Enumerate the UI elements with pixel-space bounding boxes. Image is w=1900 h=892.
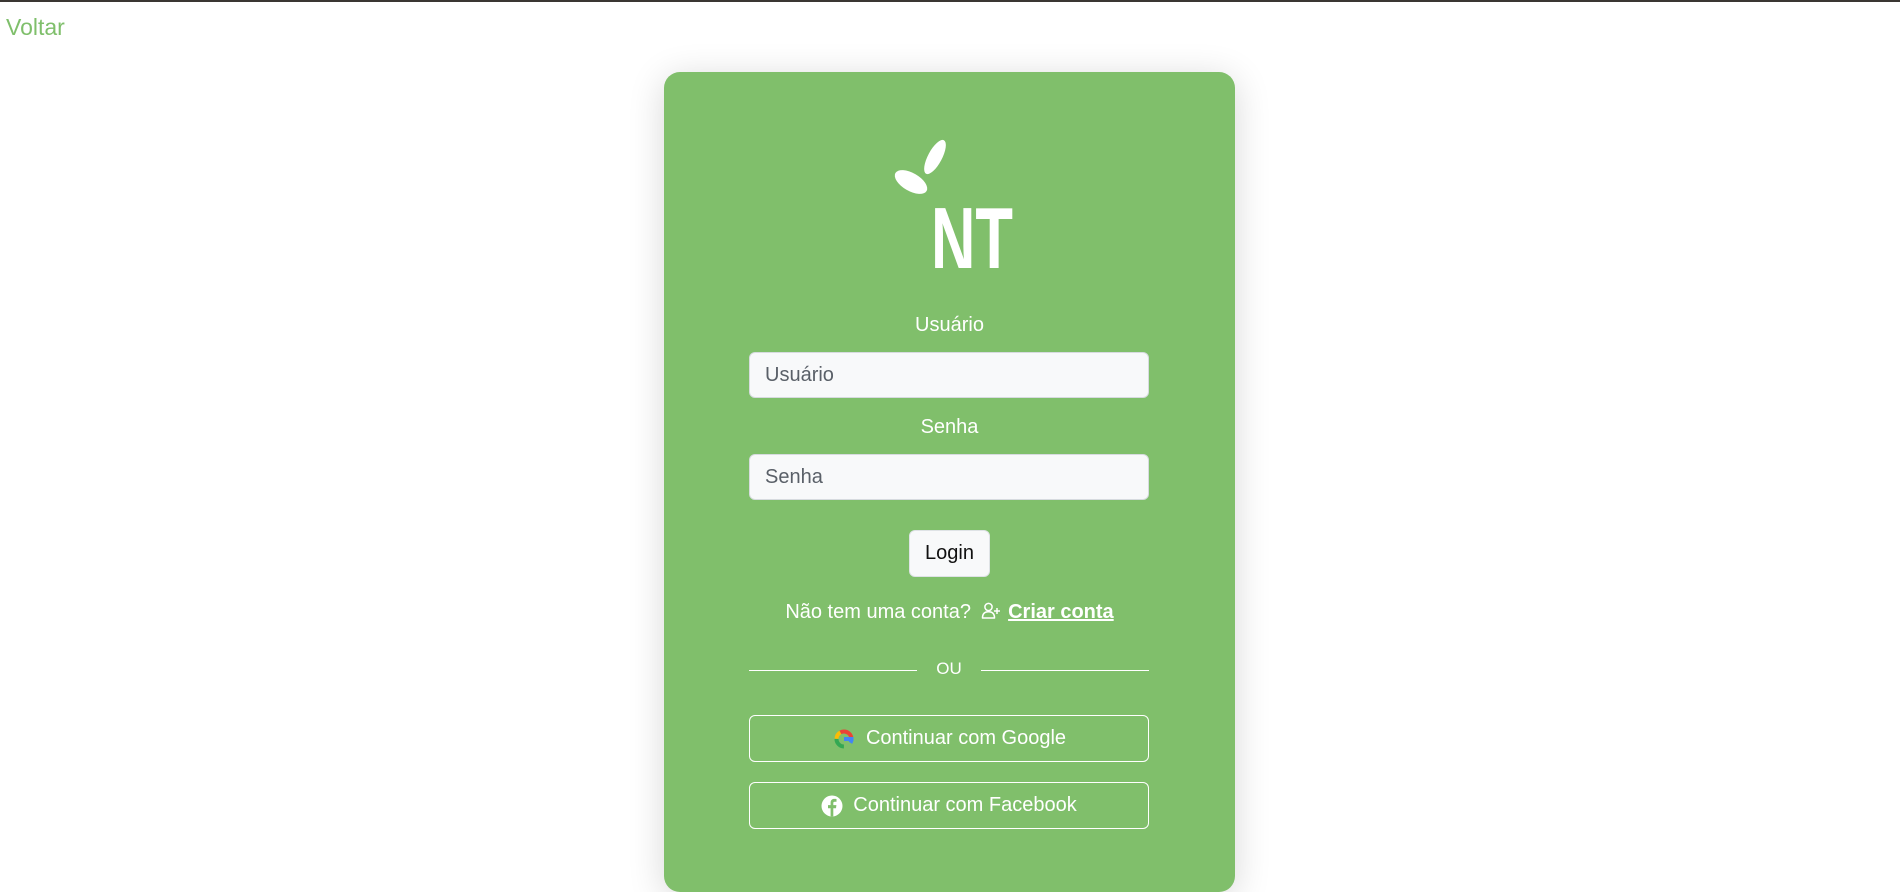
create-account-link[interactable]: Criar conta (1008, 601, 1114, 623)
divider-line-right (981, 670, 1149, 671)
signup-prompt: Não tem uma conta? (785, 601, 971, 623)
facebook-login-label: Continuar com Facebook (853, 794, 1077, 816)
google-login-button[interactable]: Continuar com Google (749, 715, 1149, 762)
facebook-icon (821, 795, 843, 816)
password-label: Senha (920, 416, 979, 438)
brand-logo: NT (894, 139, 1013, 268)
google-login-label: Continuar com Google (865, 727, 1067, 749)
top-divider (0, 0, 1900, 2)
login-button[interactable]: Login (909, 530, 990, 577)
google-icon (834, 729, 854, 748)
back-link[interactable]: Voltar (6, 14, 65, 41)
or-divider: OU (749, 659, 1149, 681)
password-input[interactable] (749, 454, 1149, 500)
facebook-login-button[interactable]: Continuar com Facebook (749, 782, 1149, 829)
logo-text: NT (931, 188, 1013, 268)
login-card: NT Usuário Senha Login Não tem uma conta… (664, 72, 1235, 892)
username-input[interactable] (749, 352, 1149, 398)
user-plus-icon (981, 602, 1000, 619)
signup-row: Não tem uma conta? Criar conta (664, 601, 1235, 624)
username-label: Usuário (915, 314, 984, 336)
divider-text: OU (936, 659, 962, 678)
